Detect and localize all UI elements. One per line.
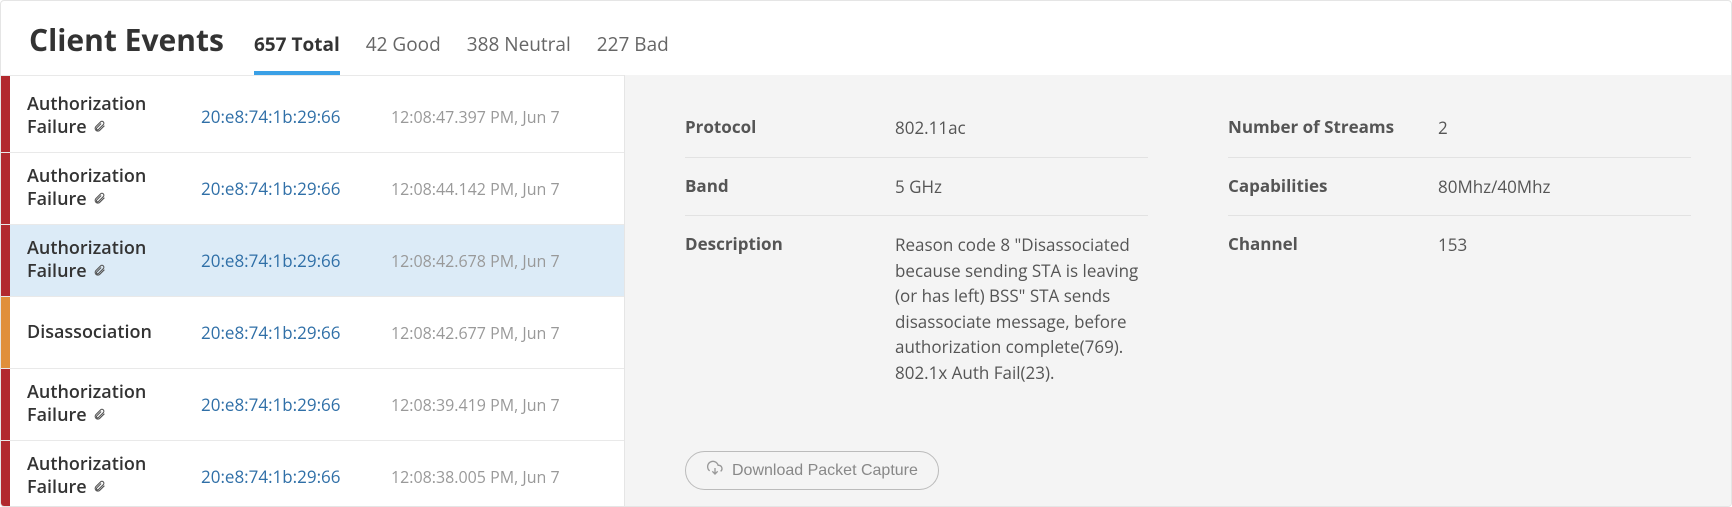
event-mac-link[interactable]: 20:e8:74:1b:29:66 [201,249,391,272]
event-row[interactable]: Authorization Failure 20:e8:74:1b:29:66 … [1,369,624,441]
event-type: Disassociation [1,321,201,344]
detail-value: 153 [1438,232,1691,258]
download-label: Download Packet Capture [732,462,918,480]
detail-value: 5 GHz [895,174,1148,200]
detail-label: Number of Streams [1228,115,1438,141]
detail-label: Protocol [685,115,895,141]
event-type: Authorization Failure [1,453,201,500]
event-timestamp: 12:08:47.397 PM, Jun 7 [391,106,560,128]
event-timestamp: 12:08:42.677 PM, Jun 7 [391,322,560,344]
attachment-icon [93,117,106,140]
tab-good[interactable]: 42 Good [366,31,441,75]
detail-value: 2 [1438,115,1691,141]
event-row[interactable]: Authorization Failure 20:e8:74:1b:29:66 … [1,225,624,297]
attachment-icon [93,477,106,500]
detail-value: Reason code 8 "Disassociated because sen… [895,232,1148,385]
detail-label: Capabilities [1228,174,1438,200]
detail-label: Description [685,232,895,385]
event-row[interactable]: Disassociation 20:e8:74:1b:29:66 12:08:4… [1,297,624,369]
download-packet-capture-button[interactable]: Download Packet Capture [685,451,939,490]
event-type: Authorization Failure [1,93,201,140]
event-mac-link[interactable]: 20:e8:74:1b:29:66 [201,465,391,488]
event-row[interactable]: Authorization Failure 20:e8:74:1b:29:66 … [1,153,624,225]
event-timestamp: 12:08:44.142 PM, Jun 7 [391,178,560,200]
detail-value: 802.11ac [895,115,1148,141]
attachment-icon [93,189,106,212]
detail-value: 80Mhz/40Mhz [1438,174,1691,200]
status-stripe-bad [1,81,10,152]
event-row[interactable]: Authorization Failure 20:e8:74:1b:29:66 … [1,441,624,507]
status-stripe-bad [1,225,10,296]
attachment-icon [93,405,106,428]
event-details-panel: Protocol 802.11ac Band 5 GHz Description… [625,75,1731,507]
tab-bad[interactable]: 227 Bad [597,31,669,75]
event-timestamp: 12:08:38.005 PM, Jun 7 [391,466,560,488]
status-stripe-neutral [1,297,10,368]
event-mac-link[interactable]: 20:e8:74:1b:29:66 [201,321,391,344]
event-row[interactable]: Authorization Failure 20:e8:74:1b:29:66 … [1,81,624,153]
detail-label: Band [685,174,895,200]
event-list: Authorization Failure 20:e8:74:1b:29:66 … [1,75,625,507]
filter-tabs: 657 Total 42 Good 388 Neutral 227 Bad [254,31,669,75]
event-mac-link[interactable]: 20:e8:74:1b:29:66 [201,105,391,128]
status-stripe-bad [1,441,10,507]
cloud-download-icon [706,460,724,481]
status-stripe-bad [1,369,10,440]
event-timestamp: 12:08:39.419 PM, Jun 7 [391,394,560,416]
event-type: Authorization Failure [1,237,201,284]
attachment-icon [93,261,106,284]
detail-label: Channel [1228,232,1438,258]
event-mac-link[interactable]: 20:e8:74:1b:29:66 [201,393,391,416]
status-stripe-bad [1,153,10,224]
event-timestamp: 12:08:42.678 PM, Jun 7 [391,250,560,272]
event-mac-link[interactable]: 20:e8:74:1b:29:66 [201,177,391,200]
tab-neutral[interactable]: 388 Neutral [467,31,571,75]
event-type: Authorization Failure [1,381,201,428]
page-title: Client Events [29,19,224,60]
tab-total[interactable]: 657 Total [254,31,340,75]
event-type: Authorization Failure [1,165,201,212]
